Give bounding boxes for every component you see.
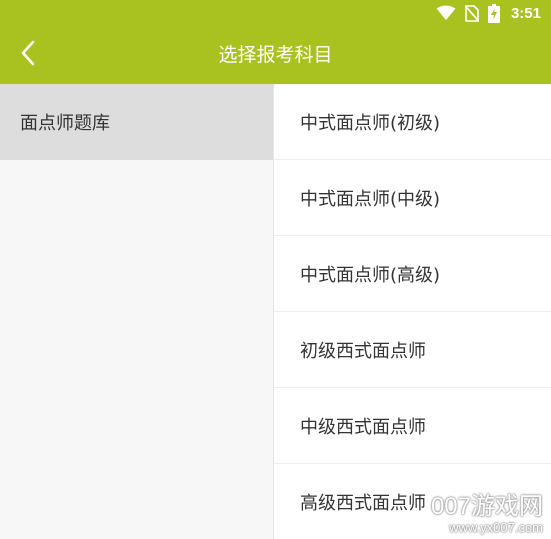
chevron-left-icon [20, 40, 36, 70]
status-bar: 3:51 [0, 0, 551, 26]
subject-list: 中式面点师(初级) 中式面点师(中级) 中式面点师(高级) 初级西式面点师 中级… [274, 84, 551, 539]
back-button[interactable] [8, 35, 48, 75]
battery-charging-icon [487, 3, 500, 23]
subject-item-western-pastry-intermediate[interactable]: 中级西式面点师 [274, 388, 551, 464]
subject-item-chinese-pastry-junior[interactable]: 中式面点师(初级) [274, 84, 551, 160]
subject-item-chinese-pastry-intermediate[interactable]: 中式面点师(中级) [274, 160, 551, 236]
wifi-icon [436, 5, 456, 21]
subject-item-chinese-pastry-senior[interactable]: 中式面点师(高级) [274, 236, 551, 312]
page-title: 选择报考科目 [218, 44, 333, 66]
subject-item-western-pastry-senior[interactable]: 高级西式面点师 [274, 464, 551, 539]
app-bar: 选择报考科目 [0, 26, 551, 84]
main-content: 面点师题库 中式面点师(初级) 中式面点师(中级) 中式面点师(高级) 初级西式… [0, 84, 551, 539]
no-sim-icon [464, 4, 479, 22]
category-list: 面点师题库 [0, 84, 273, 539]
status-time: 3:51 [510, 4, 541, 22]
subject-item-western-pastry-junior[interactable]: 初级西式面点师 [274, 312, 551, 388]
category-item-pastry-question-bank[interactable]: 面点师题库 [0, 84, 273, 160]
